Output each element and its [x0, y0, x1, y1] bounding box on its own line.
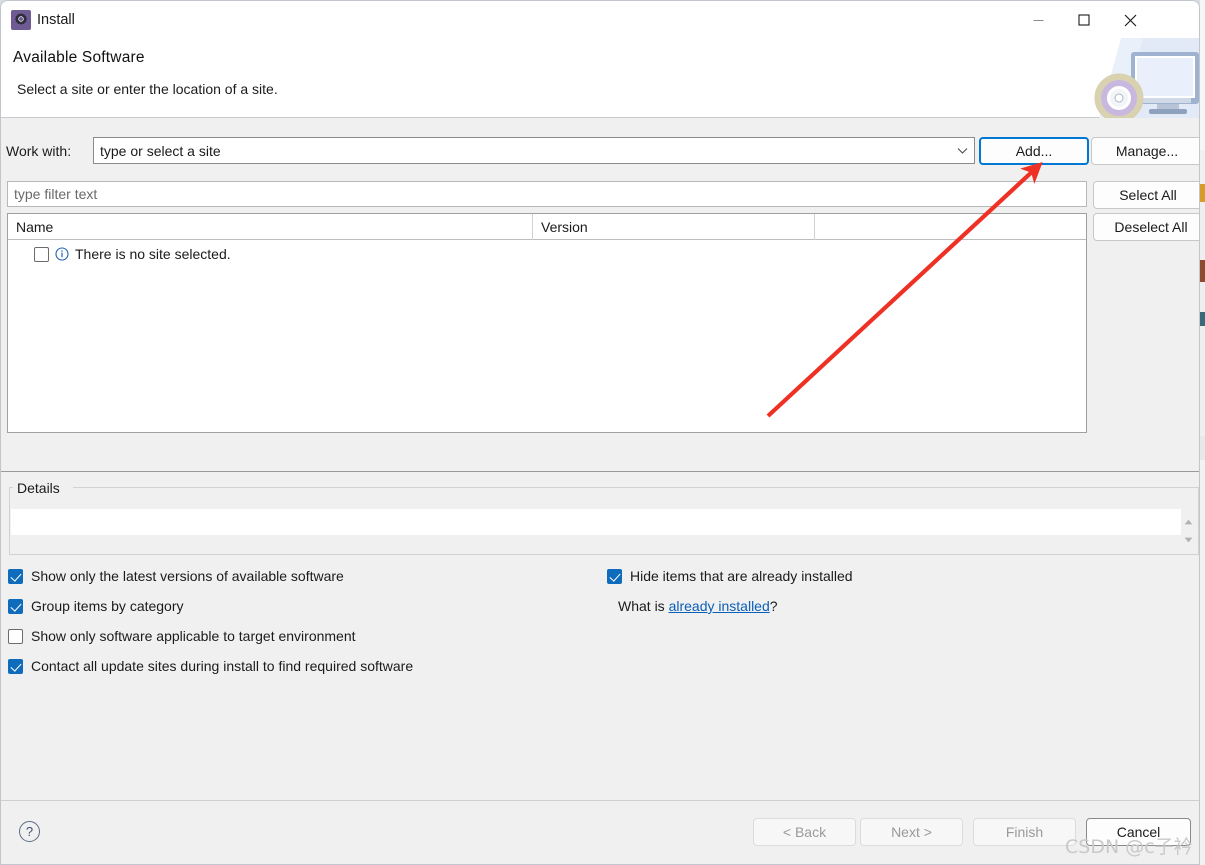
row-checkbox[interactable] [34, 246, 49, 262]
monitor-cd-icon [1081, 38, 1199, 118]
option-hide-installed[interactable]: Hide items that are already installed [607, 568, 853, 584]
triangle-up-icon[interactable] [1184, 512, 1193, 530]
info-icon [55, 247, 69, 261]
work-with-combo[interactable]: type or select a site [93, 137, 975, 164]
back-button[interactable]: < Back [753, 818, 856, 846]
column-header-version[interactable]: Version [532, 214, 814, 240]
page-subtitle: Select a site or enter the location of a… [17, 81, 278, 97]
checkbox-contact-all-update-sites[interactable] [8, 658, 23, 674]
finish-button[interactable]: Finish [973, 818, 1076, 846]
details-scroll-spinner[interactable] [1181, 510, 1195, 543]
option-label: Contact all update sites during install … [31, 658, 414, 674]
column-header-spacer[interactable] [814, 214, 1086, 240]
select-all-button[interactable]: Select All [1093, 181, 1199, 209]
option-contact-all-update-sites[interactable]: Contact all update sites during install … [8, 658, 413, 674]
background-window-strip [1200, 0, 1205, 865]
details-group-top-border [73, 487, 1199, 488]
work-with-label: Work with: [6, 143, 72, 159]
window-title: Install [37, 12, 75, 28]
deselect-all-button[interactable]: Deselect All [1093, 213, 1199, 241]
title-bar: Install [1, 1, 1199, 39]
option-label: Hide items that are already installed [630, 568, 853, 584]
table-row[interactable]: There is no site selected. [34, 246, 231, 262]
what-is-prefix: What is [618, 598, 669, 614]
checkbox-group-by-category[interactable] [8, 598, 23, 614]
minimize-button[interactable] [1015, 1, 1061, 39]
column-header-name[interactable]: Name [8, 214, 532, 240]
option-label: Show only the latest versions of availab… [31, 568, 344, 584]
section-divider [1, 471, 1199, 472]
next-button[interactable]: Next > [860, 818, 963, 846]
checkbox-applicable-to-target[interactable] [8, 628, 23, 644]
manage-button[interactable]: Manage... [1091, 137, 1199, 165]
close-button[interactable] [1107, 1, 1153, 39]
chevron-down-icon[interactable] [950, 138, 974, 163]
wizard-banner: Available Software Select a site or ente… [1, 38, 1199, 118]
table-header: Name Version [8, 214, 1086, 240]
what-is-already-installed: What is already installed? [618, 598, 778, 614]
install-gear-icon [11, 10, 31, 30]
triangle-down-icon[interactable] [1184, 530, 1193, 548]
add-button[interactable]: Add... [979, 137, 1089, 165]
available-software-table[interactable]: Name Version There is no site selected. [7, 213, 1087, 433]
work-with-input[interactable]: type or select a site [94, 143, 950, 159]
what-is-suffix: ? [769, 598, 778, 614]
option-label: Group items by category [31, 598, 184, 614]
install-dialog: Install Available Software Select a site… [0, 0, 1200, 865]
details-text-area[interactable] [11, 509, 1181, 535]
row-name: There is no site selected. [75, 246, 231, 262]
maximize-button[interactable] [1061, 1, 1107, 39]
checkbox-show-latest-versions[interactable] [8, 568, 23, 584]
option-show-latest-versions[interactable]: Show only the latest versions of availab… [8, 568, 344, 584]
page-title: Available Software [13, 49, 145, 66]
filter-input[interactable]: type filter text [7, 181, 1087, 207]
cancel-button[interactable]: Cancel [1086, 818, 1191, 846]
checkbox-hide-installed[interactable] [607, 568, 622, 584]
details-legend: Details [13, 480, 64, 496]
option-group-by-category[interactable]: Group items by category [8, 598, 184, 614]
dialog-footer: ? < Back Next > Finish Cancel [1, 800, 1199, 864]
already-installed-link[interactable]: already installed [669, 598, 770, 614]
option-applicable-to-target[interactable]: Show only software applicable to target … [8, 628, 356, 644]
help-icon[interactable]: ? [19, 821, 40, 842]
option-label: Show only software applicable to target … [31, 628, 356, 644]
